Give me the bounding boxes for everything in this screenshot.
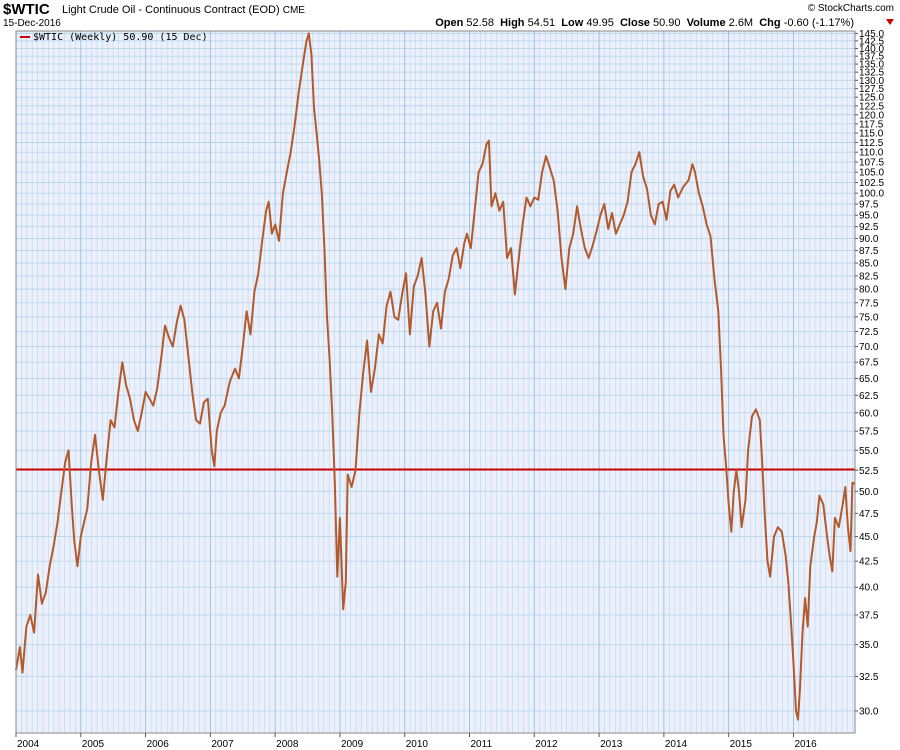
y-tick-label: 35.0: [859, 640, 879, 651]
chg-value: -0.60 (-1.17%): [783, 17, 854, 29]
down-caret-icon: [886, 19, 894, 25]
close-value: 50.90: [653, 17, 681, 29]
y-tick-label: 85.0: [859, 259, 879, 270]
y-tick-label: 90.0: [859, 234, 879, 245]
close-label: Close: [619, 17, 650, 29]
y-tick-label: 110.0: [859, 148, 884, 159]
high-label: High: [500, 17, 525, 29]
y-tick-label: 75.0: [859, 312, 879, 323]
x-tick-label: 2016: [794, 739, 817, 750]
y-tick-label: 65.0: [859, 374, 879, 385]
legend: $WTIC (Weekly) 50.90 (15 Dec): [20, 32, 208, 43]
legend-label: $WTIC (Weekly) 50.90 (15 Dec): [33, 32, 208, 43]
y-tick-label: 70.0: [859, 342, 879, 353]
y-tick-label: 62.5: [859, 391, 879, 402]
y-axis: 30.0 32.5 35.0 37.5 40.0 42.5 45.0 47.5 50.0 52.5…: [855, 30, 884, 717]
low-value: 49.95: [586, 17, 614, 29]
y-tick-label: 42.5: [859, 557, 879, 568]
y-tick-label: 57.5: [859, 427, 879, 438]
low-label: Low: [561, 17, 584, 29]
x-tick-label: 2010: [406, 739, 429, 750]
chg-label: Chg: [759, 17, 781, 29]
x-tick-label: 2005: [82, 739, 105, 750]
x-tick-label: 2008: [276, 739, 299, 750]
y-tick-label: 92.5: [859, 222, 879, 233]
y-tick-label: 67.5: [859, 358, 879, 369]
open-value: 52.58: [466, 17, 494, 29]
y-tick-label: 87.5: [859, 246, 879, 257]
chart-header: $WTIC Light Crude Oil - Continuous Contr…: [0, 0, 900, 30]
x-tick-label: 2004: [17, 739, 40, 750]
y-tick-label: 60.0: [859, 408, 879, 419]
chart-date: 15-Dec-2016: [3, 18, 61, 29]
exchange-text: CME: [282, 5, 305, 16]
y-tick-label: 30.0: [859, 706, 879, 717]
y-tick-label: 32.5: [859, 672, 879, 683]
y-tick-label: 95.0: [859, 211, 879, 222]
y-tick-label: 82.5: [859, 271, 879, 282]
y-tick-label: 45.0: [859, 532, 879, 543]
x-tick-label: 2014: [665, 739, 688, 750]
y-tick-label: 52.5: [859, 466, 879, 477]
y-tick-label: 100.0: [859, 189, 884, 200]
y-tick-label: 37.5: [859, 610, 879, 621]
y-tick-label: 47.5: [859, 509, 879, 520]
y-tick-label: 77.5: [859, 298, 879, 309]
description-text: Light Crude Oil - Continuous Contract (E…: [62, 4, 280, 16]
x-tick-label: 2009: [341, 739, 364, 750]
y-tick-label: 105.0: [859, 168, 884, 179]
volume-label: Volume: [686, 17, 726, 29]
y-tick-label: 112.5: [859, 138, 884, 149]
open-label: Open: [435, 17, 464, 29]
x-tick-label: 2006: [147, 739, 170, 750]
x-tick-label: 2011: [471, 739, 493, 750]
y-tick-label: 145.0: [859, 30, 884, 40]
brand-watermark: © StockCharts.com: [807, 3, 894, 14]
x-tick-label: 2013: [600, 739, 623, 750]
high-value: 54.51: [527, 17, 556, 29]
x-tick-label: 2012: [535, 739, 558, 750]
instrument-description: Light Crude Oil - Continuous Contract (E…: [62, 4, 305, 16]
y-tick-label: 40.0: [859, 583, 879, 594]
y-tick-label: 50.0: [859, 487, 879, 498]
x-axis: 2004 2005 2006 2007 2008 2009 2010 2011 2012 2013…: [15, 733, 817, 750]
y-tick-label: 102.5: [859, 178, 884, 189]
symbol-title: $WTIC: [3, 1, 50, 18]
y-tick-label: 97.5: [859, 200, 879, 211]
y-tick-label: 80.0: [859, 285, 879, 296]
volume-value: 2.6M: [728, 17, 754, 29]
y-tick-label: 55.0: [859, 446, 879, 457]
y-tick-label: 107.5: [859, 158, 884, 169]
x-tick-label: 2007: [211, 739, 234, 750]
x-tick-label: 2015: [730, 739, 753, 750]
price-chart: 30.0 32.5 35.0 37.5 40.0 42.5 45.0 47.5 50.0 52.5…: [15, 30, 884, 750]
y-tick-label: 72.5: [859, 327, 879, 338]
quote-summary: Open 52.58 High 54.51 Low 49.95 Close 50…: [435, 17, 854, 29]
